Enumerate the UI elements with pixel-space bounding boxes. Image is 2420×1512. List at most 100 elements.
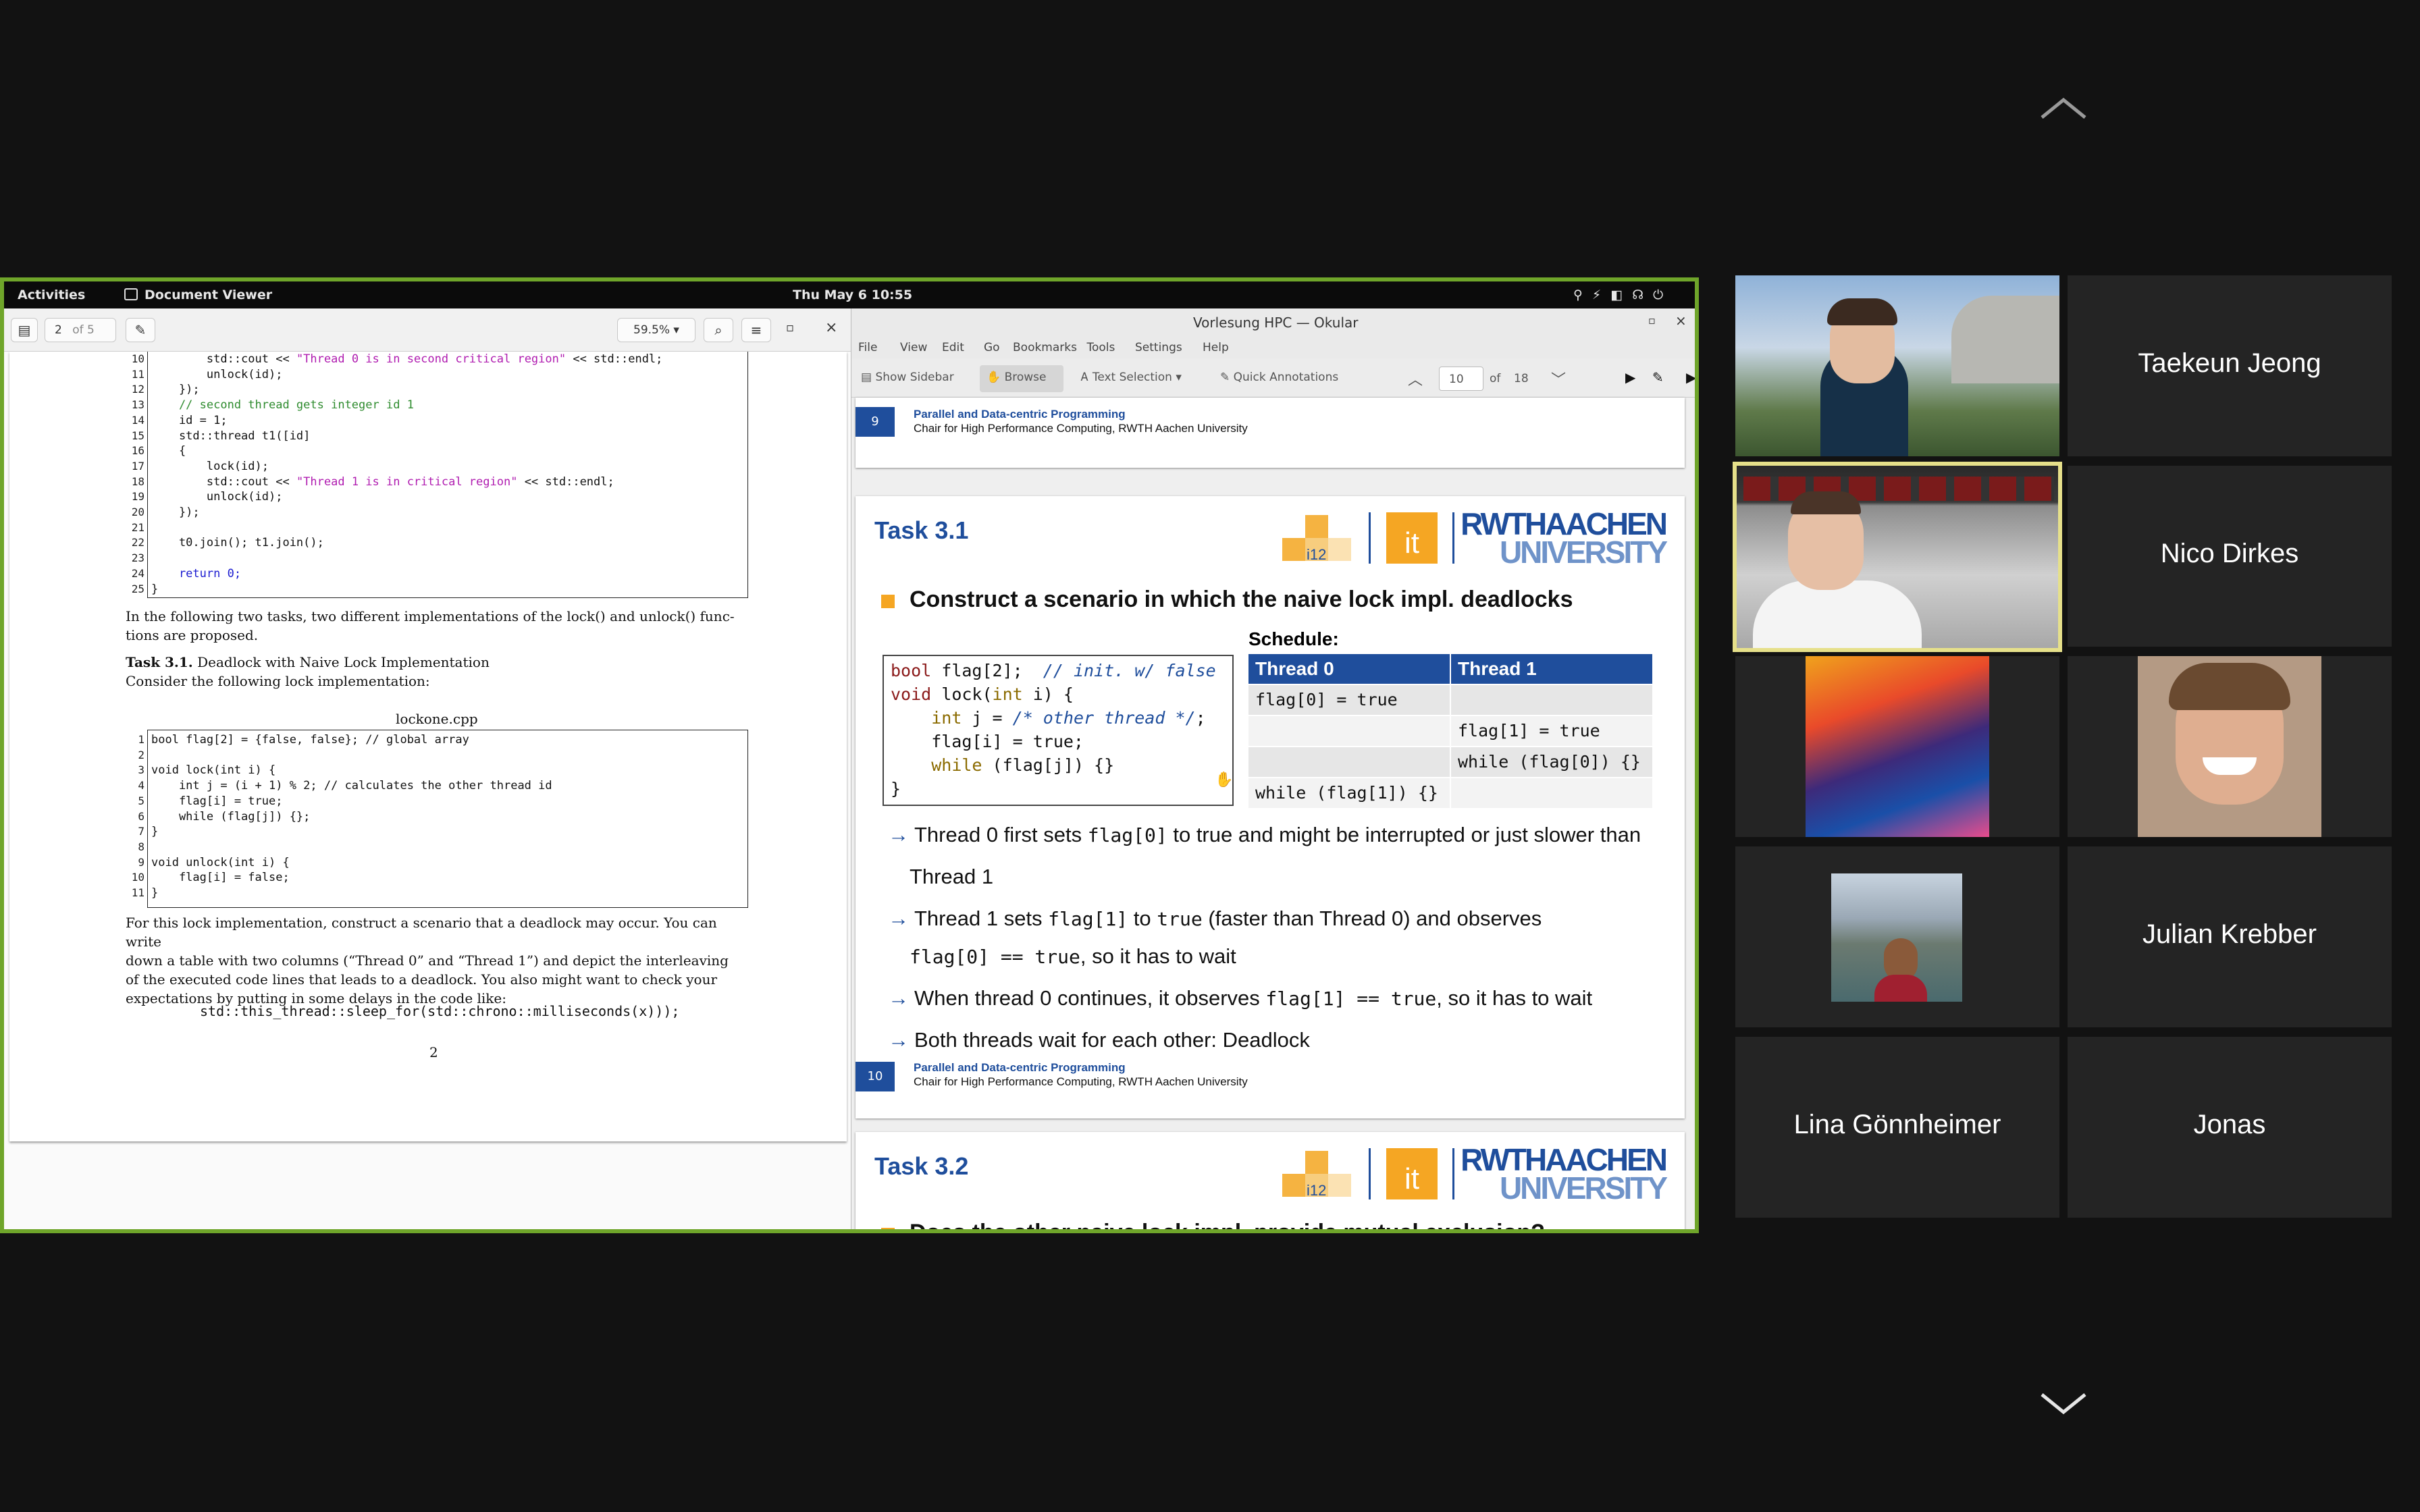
document-area[interactable]: 10 std::cout << "Thread 0 is in second c… — [4, 352, 851, 1229]
document-viewer-icon — [124, 288, 138, 300]
code-segment: << std::endl; — [566, 352, 663, 366]
participant-tile-nico[interactable]: Nico Dirkes — [2068, 466, 2392, 647]
code-line: 14 id = 1; — [117, 413, 745, 429]
code-line: 24 return 0; — [117, 566, 745, 582]
sidebar-toggle-icon[interactable]: ▤ — [11, 318, 38, 342]
search-icon[interactable]: ⌕ — [704, 318, 733, 342]
draw-icon[interactable]: ✎ — [1652, 369, 1664, 385]
menu-item-settings[interactable]: Settings — [1135, 341, 1182, 354]
code-line: 5 flag[i] = true; — [117, 794, 745, 809]
activities-button[interactable]: Activities — [18, 288, 85, 302]
text-selection-button[interactable]: Ꭺ Text Selection ▾ — [1081, 371, 1182, 384]
person-hair — [1791, 491, 1861, 514]
participant-tile-jonas[interactable]: Jonas — [2068, 1037, 2392, 1218]
participant-tile-lina[interactable]: Lina Gönnheimer — [1735, 1037, 2059, 1218]
cursor-hand-icon: ✋ — [1215, 772, 1234, 788]
arrow-icon: → — [888, 986, 909, 1010]
annotate-pencil-icon[interactable]: ✎ — [126, 318, 155, 342]
slide-code-line: int j = /* other thread */; — [931, 708, 1206, 728]
bullet-2-text: Thread 1 sets — [914, 907, 1049, 930]
maximize-icon[interactable]: ▫ — [1648, 314, 1656, 327]
code-listing-main-lines: 10 std::cout << "Thread 0 is in second c… — [117, 352, 745, 597]
app-menu[interactable]: Document Viewer — [144, 288, 272, 302]
participant-tile-taekeun[interactable]: Taekeun Jeong — [2068, 275, 2392, 456]
menu-item-tools[interactable]: Tools — [1087, 341, 1115, 354]
code-text: // second thread gets integer id 1 — [151, 398, 414, 413]
document-page: 10 std::cout << "Thread 0 is in second c… — [9, 352, 847, 1141]
show-sidebar-button[interactable]: ▤ Show Sidebar — [861, 371, 954, 384]
code-line: 16 { — [117, 443, 745, 459]
browse-tool-button[interactable]: ✋ Browse — [980, 365, 1063, 392]
participant-tile-photo[interactable] — [1735, 846, 2059, 1027]
code-text: int j = (i + 1) % 2; // calculates the o… — [151, 779, 552, 793]
menu-item-help[interactable]: Help — [1203, 341, 1229, 354]
slide-code-line: } — [891, 779, 901, 799]
restore-icon[interactable]: ▫ — [786, 321, 794, 335]
participant-tile-julian[interactable]: Julian Krebber — [2068, 846, 2392, 1027]
line-number: 9 — [138, 855, 144, 869]
code-segment: std::cout << — [151, 475, 296, 489]
code-text: return 0; — [151, 566, 241, 582]
code-segment: std::cout << — [151, 352, 296, 366]
code-text: { — [151, 443, 186, 459]
menu-item-file[interactable]: File — [858, 341, 877, 354]
video-tile-3[interactable] — [1735, 656, 2059, 837]
line-number: 5 — [138, 794, 144, 807]
code-line: 10 std::cout << "Thread 0 is in second c… — [117, 352, 745, 367]
rwth-logo-line2: UNIVERSITY — [1499, 1170, 1668, 1206]
person-hair — [2169, 663, 2290, 710]
code-line: 12 }); — [117, 382, 745, 398]
paragraph-intro-line1: In the following two tasks, two differen… — [126, 608, 735, 624]
page-number-input[interactable]: 2 of 5 — [45, 318, 116, 342]
line-number: 22 — [131, 536, 144, 549]
rwth-logo-line1: RWTHAACHEN — [1461, 506, 1668, 541]
line-number: 19 — [131, 490, 144, 504]
code-line: 19 unlock(id); — [117, 489, 745, 505]
line-number: 11 — [131, 367, 144, 381]
arrow-icon: → — [888, 823, 909, 846]
clock[interactable]: Thu May 6 10:55 — [793, 288, 912, 302]
menu-item-bookmarks[interactable]: Bookmarks — [1013, 341, 1077, 354]
listing-filename: lockone.cpp — [396, 711, 478, 727]
menu-icon[interactable]: ≡ — [741, 318, 771, 342]
schedule-cell — [1248, 716, 1450, 746]
play-icon[interactable]: ▶ — [1625, 369, 1635, 385]
code-string: "Thread 0 is in second critical region" — [296, 352, 567, 366]
previous-page-icon[interactable]: ︿ — [1408, 368, 1423, 389]
zoom-select[interactable]: 59.5% ▾ — [617, 318, 695, 342]
schedule-row: flag[0] = true — [1248, 685, 1654, 715]
next-page-icon[interactable]: ﹀ — [1551, 368, 1566, 389]
bullet-4: → Both threads wait for each other: Deadl… — [888, 1028, 1310, 1052]
scroll-down-icon[interactable] — [2039, 1390, 2088, 1418]
code-text: id = 1; — [151, 413, 228, 429]
code-segment: << std::endl; — [517, 475, 614, 489]
slide-10-footer-line2: Chair for High Performance Computing, RW… — [914, 1075, 1248, 1088]
slide-code-line: bool flag[2]; // init. w/ false — [891, 661, 1216, 680]
task-title: Deadlock with Naive Lock Implementation — [197, 654, 490, 670]
system-tray-icons[interactable]: ⚲⚡◧☊⏻ — [1573, 288, 1673, 302]
line-number: 6 — [138, 809, 144, 823]
bullet-1-text-2: to true and might be interrupted or just… — [1167, 823, 1641, 846]
okular-page-input[interactable]: 10 — [1439, 367, 1483, 391]
menu-item-edit[interactable]: Edit — [942, 341, 964, 354]
menu-item-view[interactable]: View — [900, 341, 927, 354]
video-tile-1[interactable] — [1735, 275, 2059, 456]
line-number: 13 — [131, 398, 144, 412]
menu-item-go[interactable]: Go — [984, 341, 1000, 354]
close-icon[interactable]: × — [825, 319, 837, 336]
more-tools-icon[interactable]: ▶ — [1686, 369, 1695, 385]
okular-close-icon[interactable]: × — [1675, 313, 1687, 329]
active-speaker-tile[interactable] — [1733, 462, 2062, 652]
line-number: 7 — [138, 825, 144, 838]
code-line: 18 std::cout << "Thread 1 is in critical… — [117, 475, 745, 490]
code-text: void lock(int i) { — [151, 763, 276, 778]
page-of-label: of — [1490, 372, 1501, 385]
bullet-1-cont: Thread 1 — [910, 865, 994, 888]
heading-bullet-icon — [881, 1228, 895, 1229]
code-text: } — [151, 886, 159, 900]
wallpaper-image — [1806, 656, 1989, 837]
scroll-up-icon[interactable] — [2039, 94, 2088, 122]
quick-annotations-button[interactable]: ✎ Quick Annotations — [1220, 371, 1338, 384]
page-total: 18 — [1514, 372, 1529, 385]
video-tile-4[interactable] — [2068, 656, 2392, 837]
